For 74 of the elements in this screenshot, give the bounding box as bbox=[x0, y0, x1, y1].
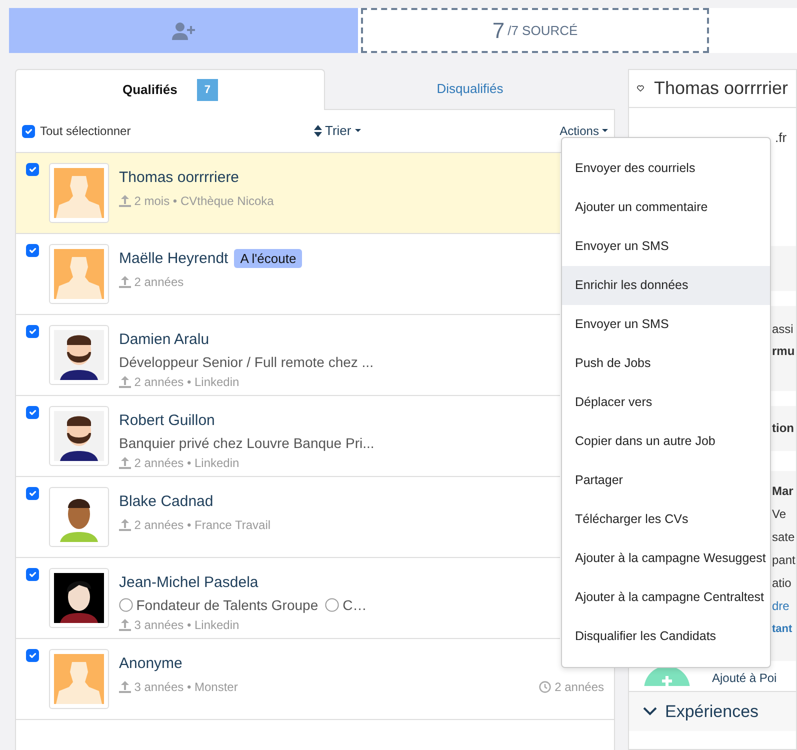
upload-icon bbox=[119, 276, 131, 288]
status-tag: A l'écoute bbox=[234, 249, 302, 268]
menu-item[interactable]: Partager bbox=[562, 461, 770, 500]
menu-item[interactable]: Envoyer un SMS bbox=[562, 227, 770, 266]
menu-item[interactable]: Disqualifier les Candidats bbox=[562, 617, 770, 656]
upload-icon bbox=[119, 376, 131, 388]
menu-item[interactable]: Ajouter à la campagne Centraltest bbox=[562, 578, 770, 617]
candidate-meta: 2 années bbox=[134, 274, 184, 290]
detail-text: tion bbox=[772, 420, 794, 437]
candidate-checkbox[interactable] bbox=[26, 487, 39, 500]
menu-item[interactable]: Envoyer des courriels bbox=[562, 149, 770, 188]
select-all-checkbox[interactable] bbox=[22, 124, 35, 138]
candidate-checkbox[interactable] bbox=[26, 649, 39, 662]
candidate-meta: 2 mois • CVthèque Nicoka bbox=[134, 192, 274, 210]
tab[interactable]: Qualifiés 7 bbox=[15, 69, 325, 110]
count-badge: 7 bbox=[197, 78, 218, 102]
candidate-name[interactable]: Robert Guillon bbox=[119, 412, 215, 429]
detail-text: Ve bbox=[772, 506, 786, 523]
candidate-name[interactable]: Jean-Michel Pasdela bbox=[119, 574, 258, 591]
detail-text: Mar bbox=[772, 483, 794, 500]
candidate-name[interactable]: Blake Cadnad bbox=[119, 493, 214, 510]
upload-icon bbox=[119, 618, 131, 630]
candidate-meta: 2 années • Linkedin bbox=[134, 454, 240, 472]
add-user-icon bbox=[172, 22, 196, 40]
candidate-checkbox[interactable] bbox=[26, 568, 39, 581]
detail-text: atio bbox=[772, 575, 792, 592]
sort-dropdown[interactable]: Trier bbox=[324, 121, 361, 141]
detail-text: assi bbox=[772, 321, 794, 338]
experiences-header[interactable]: Expériences bbox=[629, 691, 796, 731]
sort-icon bbox=[314, 125, 322, 137]
upload-icon bbox=[119, 456, 131, 468]
candidate-checkbox[interactable] bbox=[26, 163, 39, 176]
candidate-name[interactable]: Thomas oorrrriere bbox=[119, 169, 240, 186]
detail-text: pant bbox=[772, 552, 796, 569]
activity-text: Ajouté à Poi bbox=[712, 670, 777, 687]
candidate-meta: 3 années • Monster bbox=[134, 678, 238, 696]
upload-icon bbox=[119, 680, 131, 692]
candidate-name[interactable]: Maëlle Heyrendt bbox=[119, 250, 228, 267]
circle-icon bbox=[119, 598, 133, 612]
menu-item[interactable]: Déplacer vers bbox=[562, 383, 770, 422]
detail-text: sate bbox=[772, 529, 795, 546]
upload-icon bbox=[119, 194, 131, 206]
candidate-meta: 2 années • France Travail bbox=[134, 516, 271, 534]
candidate-checkbox[interactable] bbox=[26, 325, 39, 338]
menu-item[interactable]: Enrichir les données bbox=[562, 266, 770, 305]
menu-item[interactable]: Ajouter un commentaire bbox=[562, 188, 770, 227]
time-text: 2 années bbox=[554, 678, 604, 696]
actions-dropdown[interactable]: Actions bbox=[560, 122, 608, 140]
menu-item[interactable]: Copier dans un autre Job bbox=[562, 422, 770, 461]
detail-text: dre bbox=[772, 598, 790, 615]
candidate-name[interactable]: Anonyme bbox=[119, 655, 182, 672]
select-all-label: Tout sélectionner bbox=[40, 123, 131, 140]
detail-text: rmu bbox=[772, 343, 795, 360]
circle-icon bbox=[325, 598, 340, 612]
menu-item[interactable]: Envoyer un SMS bbox=[562, 305, 770, 344]
company-name: Fondateur de Talents Groupe bbox=[136, 596, 318, 615]
email-text: .fr bbox=[775, 130, 787, 145]
upload-icon bbox=[119, 518, 131, 530]
clock-icon bbox=[539, 680, 552, 692]
candidate-title: Thomas oorrrrier bbox=[654, 77, 788, 100]
chevron-down-icon bbox=[643, 707, 657, 716]
candidate-row[interactable]: Thomas oorrrriere 2 mois • CVthèque Nicoka bbox=[16, 153, 560, 234]
candidate-meta: 3 années • Linkedin bbox=[134, 616, 240, 634]
candidate-checkbox[interactable] bbox=[26, 406, 39, 419]
company-name: C… bbox=[342, 596, 367, 614]
menu-item[interactable]: Ajouter à la campagne Wesuggest bbox=[562, 539, 770, 578]
candidate-name[interactable]: Damien Aralu bbox=[119, 331, 210, 348]
candidate-checkbox[interactable] bbox=[26, 244, 39, 257]
menu-item[interactable]: Télécharger les CVs bbox=[562, 500, 770, 539]
candidate-position: Banquier privé chez Louvre Banque Pri... bbox=[119, 434, 374, 453]
candidate-position: Développeur Senior / Full remote chez ... bbox=[119, 352, 374, 372]
menu-item[interactable]: Push de Jobs bbox=[562, 344, 770, 383]
candidate-meta: 2 années • Linkedin bbox=[134, 374, 240, 390]
detail-text: tant bbox=[772, 622, 792, 637]
